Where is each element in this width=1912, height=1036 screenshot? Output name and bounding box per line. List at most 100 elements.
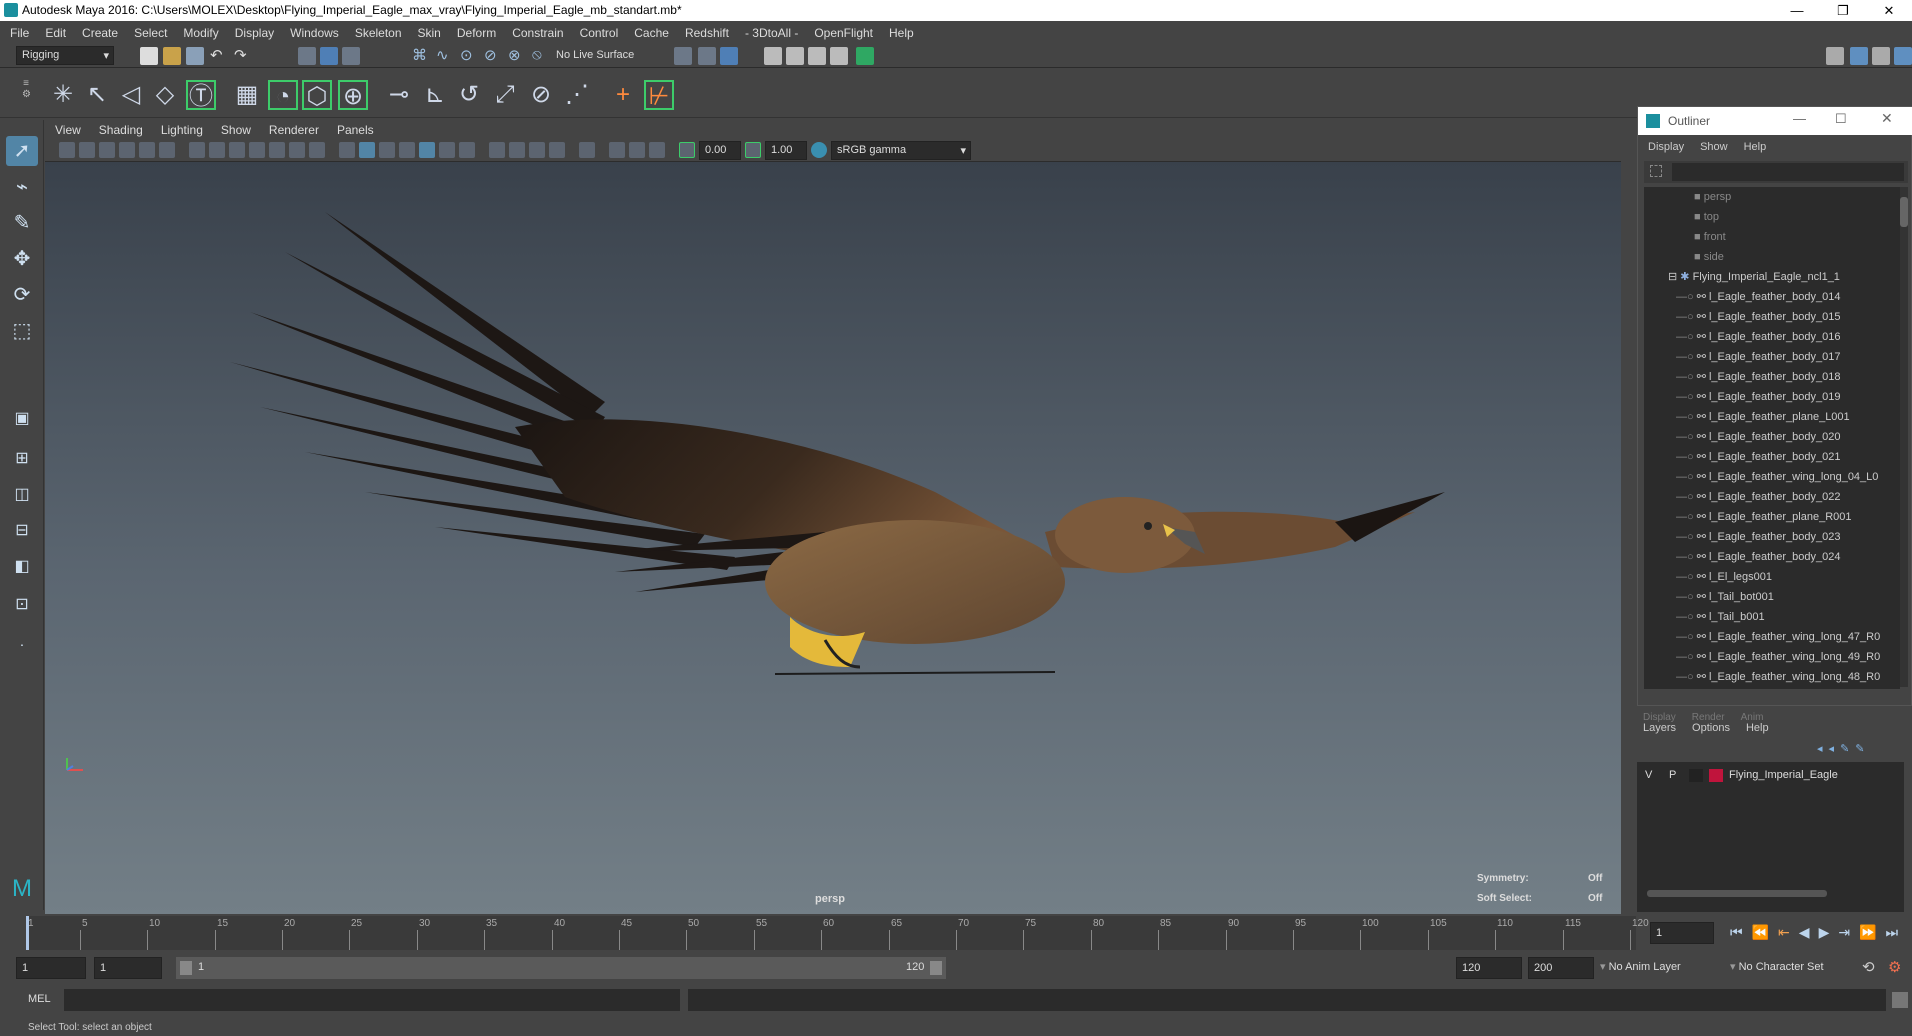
menu-redshift[interactable]: Redshift <box>685 26 729 40</box>
snap-view-icon[interactable]: ⊘ <box>484 46 497 64</box>
input-ops-icon[interactable] <box>674 47 692 65</box>
anti-aliasing-icon[interactable] <box>509 142 525 158</box>
rotate-tool-icon[interactable]: ⟳ <box>6 280 38 310</box>
field-chart-icon[interactable] <box>269 142 285 158</box>
menu-file[interactable]: File <box>10 26 29 40</box>
layer-color-swatch[interactable] <box>1709 769 1723 782</box>
step-forward-key-icon[interactable]: ⏩ <box>1859 924 1876 941</box>
outliner-item[interactable]: —○ ⚯ l_Eagle_feather_body_017 <box>1644 347 1900 367</box>
color-management-icon[interactable] <box>811 142 827 158</box>
motion-blur-icon[interactable] <box>489 142 505 158</box>
grease-pencil-icon[interactable] <box>159 142 175 158</box>
time-ruler[interactable]: 1 5 10 15 20 25 30 35 40 45 50 55 60 65 70 75 80 85 90 95 10… <box>26 916 1649 950</box>
color-space-dropdown[interactable]: sRGB gamma ▾ <box>831 141 971 160</box>
ik-handle-icon[interactable]: ◇ <box>150 80 180 110</box>
output-ops-icon[interactable] <box>698 47 716 65</box>
viewport-menu-show[interactable]: Show <box>221 123 251 137</box>
hypershade-layout-icon[interactable]: ⊡ <box>6 590 38 620</box>
gamma-icon[interactable] <box>745 142 761 158</box>
textured-icon[interactable] <box>399 142 415 158</box>
two-d-pan-icon[interactable] <box>139 142 155 158</box>
bookmark-icon[interactable] <box>99 142 115 158</box>
outliner-item[interactable]: —○ ⚯ l_Eagle_feather_body_016 <box>1644 327 1900 347</box>
step-forward-frame-icon[interactable]: ⇥ <box>1838 924 1850 941</box>
new-scene-icon[interactable] <box>140 47 158 65</box>
new-layer-selected-icon[interactable]: ✎ <box>1855 742 1864 755</box>
outliner-item[interactable]: —○ ⚯ l_Eagle_feather_body_018 <box>1644 367 1900 387</box>
backface-culling-icon[interactable] <box>649 142 665 158</box>
outliner-item[interactable]: —○ ⚯ l_Tail_b001 <box>1644 607 1900 627</box>
outliner-item[interactable]: —○ ⚯ l_Eagle_feather_body_015 <box>1644 307 1900 327</box>
xray-icon[interactable] <box>579 142 595 158</box>
insert-joint-icon[interactable]: ↖ <box>82 80 112 110</box>
outliner-item[interactable]: —○ ⚯ l_Eagle_feather_plane_L001 <box>1644 407 1900 427</box>
select-object-icon[interactable] <box>320 47 338 65</box>
lattice-icon[interactable]: ⬡ <box>302 80 332 110</box>
snap-point-icon[interactable]: ⊙ <box>460 46 473 64</box>
live-surface-label[interactable]: No Live Surface <box>556 49 634 61</box>
open-scene-icon[interactable] <box>163 47 181 65</box>
outliner-camera-top[interactable]: ■ top <box>1644 207 1900 227</box>
range-end-handle[interactable] <box>930 961 942 975</box>
layer-name[interactable]: Flying_Imperial_Eagle <box>1729 769 1838 781</box>
menu-select[interactable]: Select <box>134 26 167 40</box>
menu-deform[interactable]: Deform <box>457 26 496 40</box>
redo-icon[interactable]: ↷ <box>234 46 247 64</box>
render-settings-icon[interactable] <box>808 47 826 65</box>
outliner-item[interactable]: —○ ⚯ l_Eagle_feather_body_024 <box>1644 547 1900 567</box>
shelf-options-icon[interactable]: ≡ ⚙ <box>22 78 31 112</box>
snap-live-icon[interactable]: ⦸ <box>532 46 542 63</box>
layer-row[interactable]: V P Flying_Imperial_Eagle <box>1637 766 1904 784</box>
viewport-menu-renderer[interactable]: Renderer <box>269 123 319 137</box>
scale-tool-icon[interactable]: ⬚ <box>6 316 38 346</box>
minimize-button[interactable]: — <box>1774 0 1820 21</box>
range-slider[interactable]: 1 120 <box>176 957 946 979</box>
animation-preferences-icon[interactable]: ⚙ <box>1888 958 1901 976</box>
character-set-dropdown[interactable]: ▾ No Character Set <box>1730 960 1860 973</box>
gate-mask-icon[interactable] <box>249 142 265 158</box>
menu-windows[interactable]: Windows <box>290 26 339 40</box>
modeling-toolkit-icon[interactable] <box>1826 47 1844 65</box>
bind-skin-icon[interactable]: ▦ <box>232 80 262 110</box>
move-tool-icon[interactable]: ✥ <box>6 244 38 274</box>
move-layer-down-icon[interactable]: ◂ <box>1829 742 1835 755</box>
outliner-item[interactable]: —○ ⚯ l_El_legs001 <box>1644 567 1900 587</box>
outliner-tree[interactable]: ■ persp ■ top ■ front ■ side ⊟ ✱ Flying_… <box>1644 187 1900 689</box>
outliner-item[interactable]: —○ ⚯ l_Eagle_feather_wing_long_48_R0 <box>1644 667 1900 687</box>
aim-constraint-icon[interactable]: ⊾ <box>420 80 450 110</box>
menu-3dtoall[interactable]: - 3DtoAll - <box>745 26 798 40</box>
move-layer-up-icon[interactable]: ◂ <box>1817 742 1823 755</box>
menu-constrain[interactable]: Constrain <box>512 26 563 40</box>
safe-title-icon[interactable] <box>309 142 325 158</box>
select-tool-icon[interactable]: ➚ <box>6 136 38 166</box>
snap-surface-icon[interactable]: ⊗ <box>508 46 521 64</box>
layer-menu-layers[interactable]: Layers <box>1643 722 1676 734</box>
isolate-select-icon[interactable] <box>549 142 565 158</box>
time-slider[interactable]: 1 5 10 15 20 25 30 35 40 45 50 55 60 65 70 75 80 85 90 95 10… <box>0 916 1912 952</box>
outliner-search-input[interactable] <box>1672 163 1904 181</box>
locator-icon[interactable]: + <box>608 80 638 110</box>
outliner-item[interactable]: —○ ⚯ l_Eagle_feather_wing_long_04_L0 <box>1644 467 1900 487</box>
viewport-menu-shading[interactable]: Shading <box>99 123 143 137</box>
attribute-editor-icon[interactable] <box>1850 47 1868 65</box>
single-pane-layout-icon[interactable]: ▣ <box>6 404 38 434</box>
current-time-marker[interactable] <box>26 916 29 950</box>
filter-icon[interactable] <box>1650 165 1662 177</box>
ik-spline-icon[interactable]: Ⓣ <box>186 80 216 110</box>
end-time-field[interactable]: 120 <box>1456 957 1522 979</box>
menu-create[interactable]: Create <box>82 26 118 40</box>
viewport-menu-lighting[interactable]: Lighting <box>161 123 203 137</box>
outliner-camera-persp[interactable]: ■ persp <box>1644 187 1900 207</box>
outliner-menu-help[interactable]: Help <box>1744 141 1767 153</box>
xray-joints-icon[interactable] <box>609 142 625 158</box>
layer-type-toggle[interactable] <box>1689 769 1703 782</box>
mirror-joint-icon[interactable]: ◁ <box>116 80 146 110</box>
layer-menu-help[interactable]: Help <box>1746 722 1769 734</box>
orient-constraint-icon[interactable]: ↺ <box>454 80 484 110</box>
outliner-item[interactable]: —○ ⚯ l_Eagle_feather_body_019 <box>1644 387 1900 407</box>
menu-help[interactable]: Help <box>889 26 914 40</box>
select-hierarchy-icon[interactable] <box>298 47 316 65</box>
wireframe-icon[interactable] <box>339 142 355 158</box>
outliner-item[interactable]: —○ ⚯ l_Eagle_feather_wing_long_49_R0 <box>1644 647 1900 667</box>
construction-history-icon[interactable] <box>720 47 738 65</box>
